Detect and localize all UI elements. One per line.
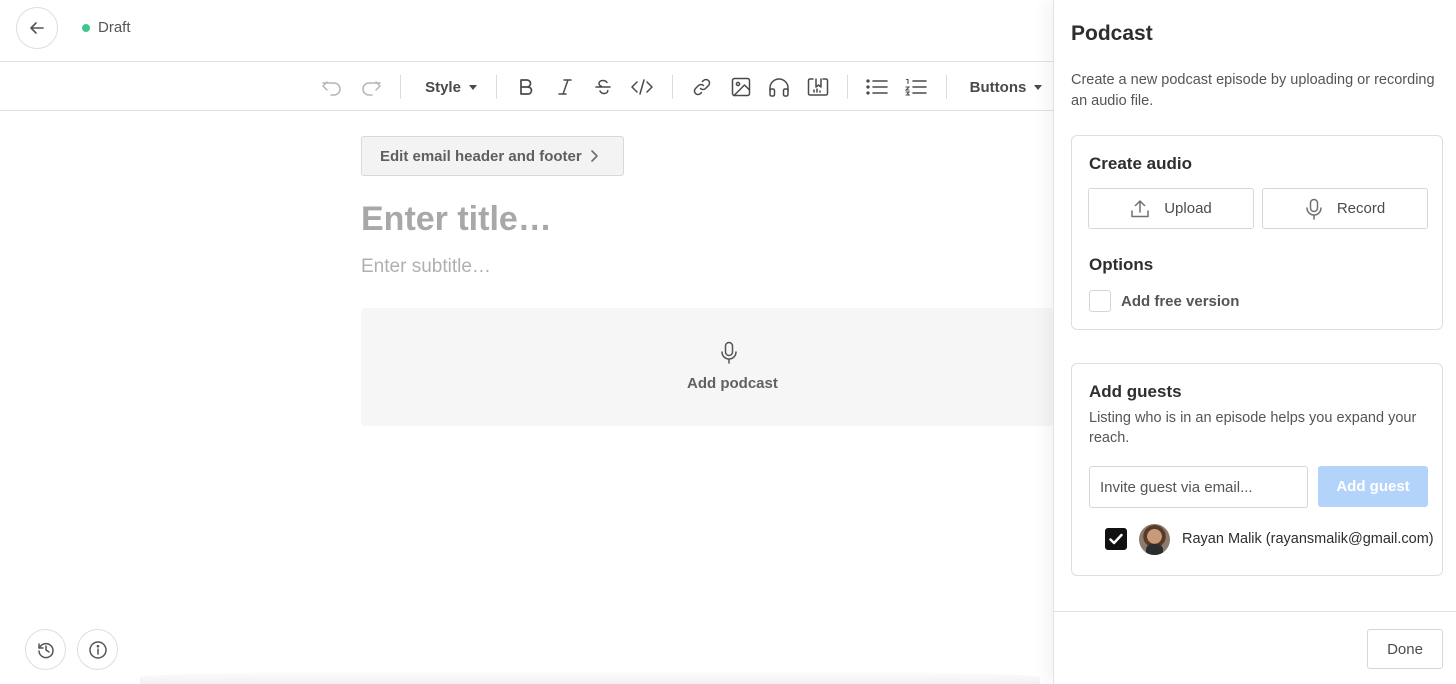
editor-bottom-shadow — [140, 670, 1040, 684]
create-audio-heading: Create audio — [1089, 154, 1192, 173]
history-button[interactable] — [25, 629, 66, 670]
image-button[interactable] — [727, 72, 755, 102]
upload-label: Upload — [1164, 200, 1212, 217]
upload-icon — [1130, 199, 1164, 219]
link-button[interactable] — [688, 72, 716, 102]
add-guests-description: Listing who is in an episode helps you e… — [1089, 410, 1417, 446]
add-podcast-block[interactable]: Add podcast — [361, 308, 1053, 426]
checkmark-icon — [1109, 533, 1123, 545]
toolbar-divider — [496, 75, 497, 99]
guest-avatar — [1139, 524, 1170, 555]
back-button[interactable] — [16, 7, 58, 49]
status-dot — [82, 23, 90, 32]
arrow-left-icon — [28, 19, 46, 37]
code-icon — [630, 78, 654, 96]
bullet-list-button[interactable] — [863, 72, 891, 102]
caret-down-icon — [468, 84, 477, 90]
video-button[interactable] — [804, 72, 832, 102]
done-button[interactable]: Done — [1367, 629, 1443, 669]
guest-name: Rayan Malik (rayansmalik@gmail.com) — [1182, 531, 1434, 547]
style-label: Style — [425, 78, 461, 96]
toolbar-divider — [672, 75, 673, 99]
audio-button[interactable] — [765, 72, 793, 102]
add-podcast-label: Add podcast — [687, 375, 778, 392]
video-icon — [807, 77, 829, 97]
link-icon — [692, 77, 712, 97]
style-dropdown[interactable]: Style — [418, 72, 484, 102]
strikethrough-icon — [594, 78, 612, 96]
code-button[interactable] — [628, 72, 656, 102]
panel-description: Create a new podcast episode by uploadin… — [1071, 72, 1435, 109]
podcast-panel: Podcast Create a new podcast episode by … — [1053, 0, 1456, 684]
image-icon — [731, 77, 751, 97]
formatting-toolbar: Style Buttons — [0, 61, 1053, 111]
buttons-label: Buttons — [969, 78, 1027, 96]
guest-email-input[interactable]: Invite guest via email... — [1089, 466, 1308, 508]
record-label: Record — [1336, 200, 1386, 217]
record-button[interactable]: Record — [1262, 188, 1428, 229]
italic-button[interactable] — [552, 72, 578, 102]
add-guests-card: Add guests Listing who is in an episode … — [1071, 363, 1443, 576]
panel-title: Podcast — [1071, 22, 1153, 45]
panel-footer: Done — [1054, 611, 1456, 684]
create-audio-card: Create audio Upload Record Options Add f… — [1071, 135, 1443, 330]
italic-icon — [557, 78, 573, 96]
audio-icon — [768, 77, 790, 97]
toolbar-divider — [400, 75, 401, 99]
top-bar: Draft — [0, 0, 1053, 61]
undo-icon — [321, 78, 343, 96]
upload-button[interactable]: Upload — [1088, 188, 1254, 229]
status-label: Draft — [98, 19, 131, 36]
undo-button[interactable] — [318, 72, 346, 102]
info-icon — [88, 640, 108, 660]
free-version-label: Add free version — [1121, 293, 1240, 310]
bold-icon — [518, 78, 534, 96]
redo-icon — [360, 78, 382, 96]
add-guests-heading: Add guests — [1089, 382, 1182, 401]
toolbar-divider — [946, 75, 947, 99]
add-guest-button[interactable]: Add guest — [1318, 466, 1428, 507]
draft-status: Draft — [82, 19, 131, 36]
options-heading: Options — [1089, 255, 1154, 274]
microphone-icon — [1305, 198, 1337, 220]
redo-button[interactable] — [357, 72, 385, 102]
edit-header-label: Edit email header and footer — [380, 147, 582, 165]
info-button[interactable] — [77, 629, 118, 670]
bold-button[interactable] — [513, 72, 539, 102]
numbered-list-button[interactable] — [902, 72, 930, 102]
bullet-list-icon — [866, 78, 888, 96]
history-icon — [36, 640, 56, 660]
free-version-checkbox[interactable] — [1089, 290, 1111, 312]
strikethrough-button[interactable] — [590, 72, 616, 102]
caret-down-icon — [1034, 84, 1043, 90]
toolbar-divider — [847, 75, 848, 99]
guest-checkbox[interactable] — [1105, 528, 1127, 550]
chevron-right-icon — [589, 149, 599, 163]
numbered-list-icon — [905, 78, 927, 96]
title-input[interactable]: Enter title… — [361, 200, 552, 239]
edit-email-header-footer-button[interactable]: Edit email header and footer — [361, 136, 624, 176]
subtitle-input[interactable]: Enter subtitle… — [361, 256, 491, 278]
microphone-icon — [719, 341, 739, 365]
buttons-dropdown[interactable]: Buttons — [963, 72, 1049, 102]
